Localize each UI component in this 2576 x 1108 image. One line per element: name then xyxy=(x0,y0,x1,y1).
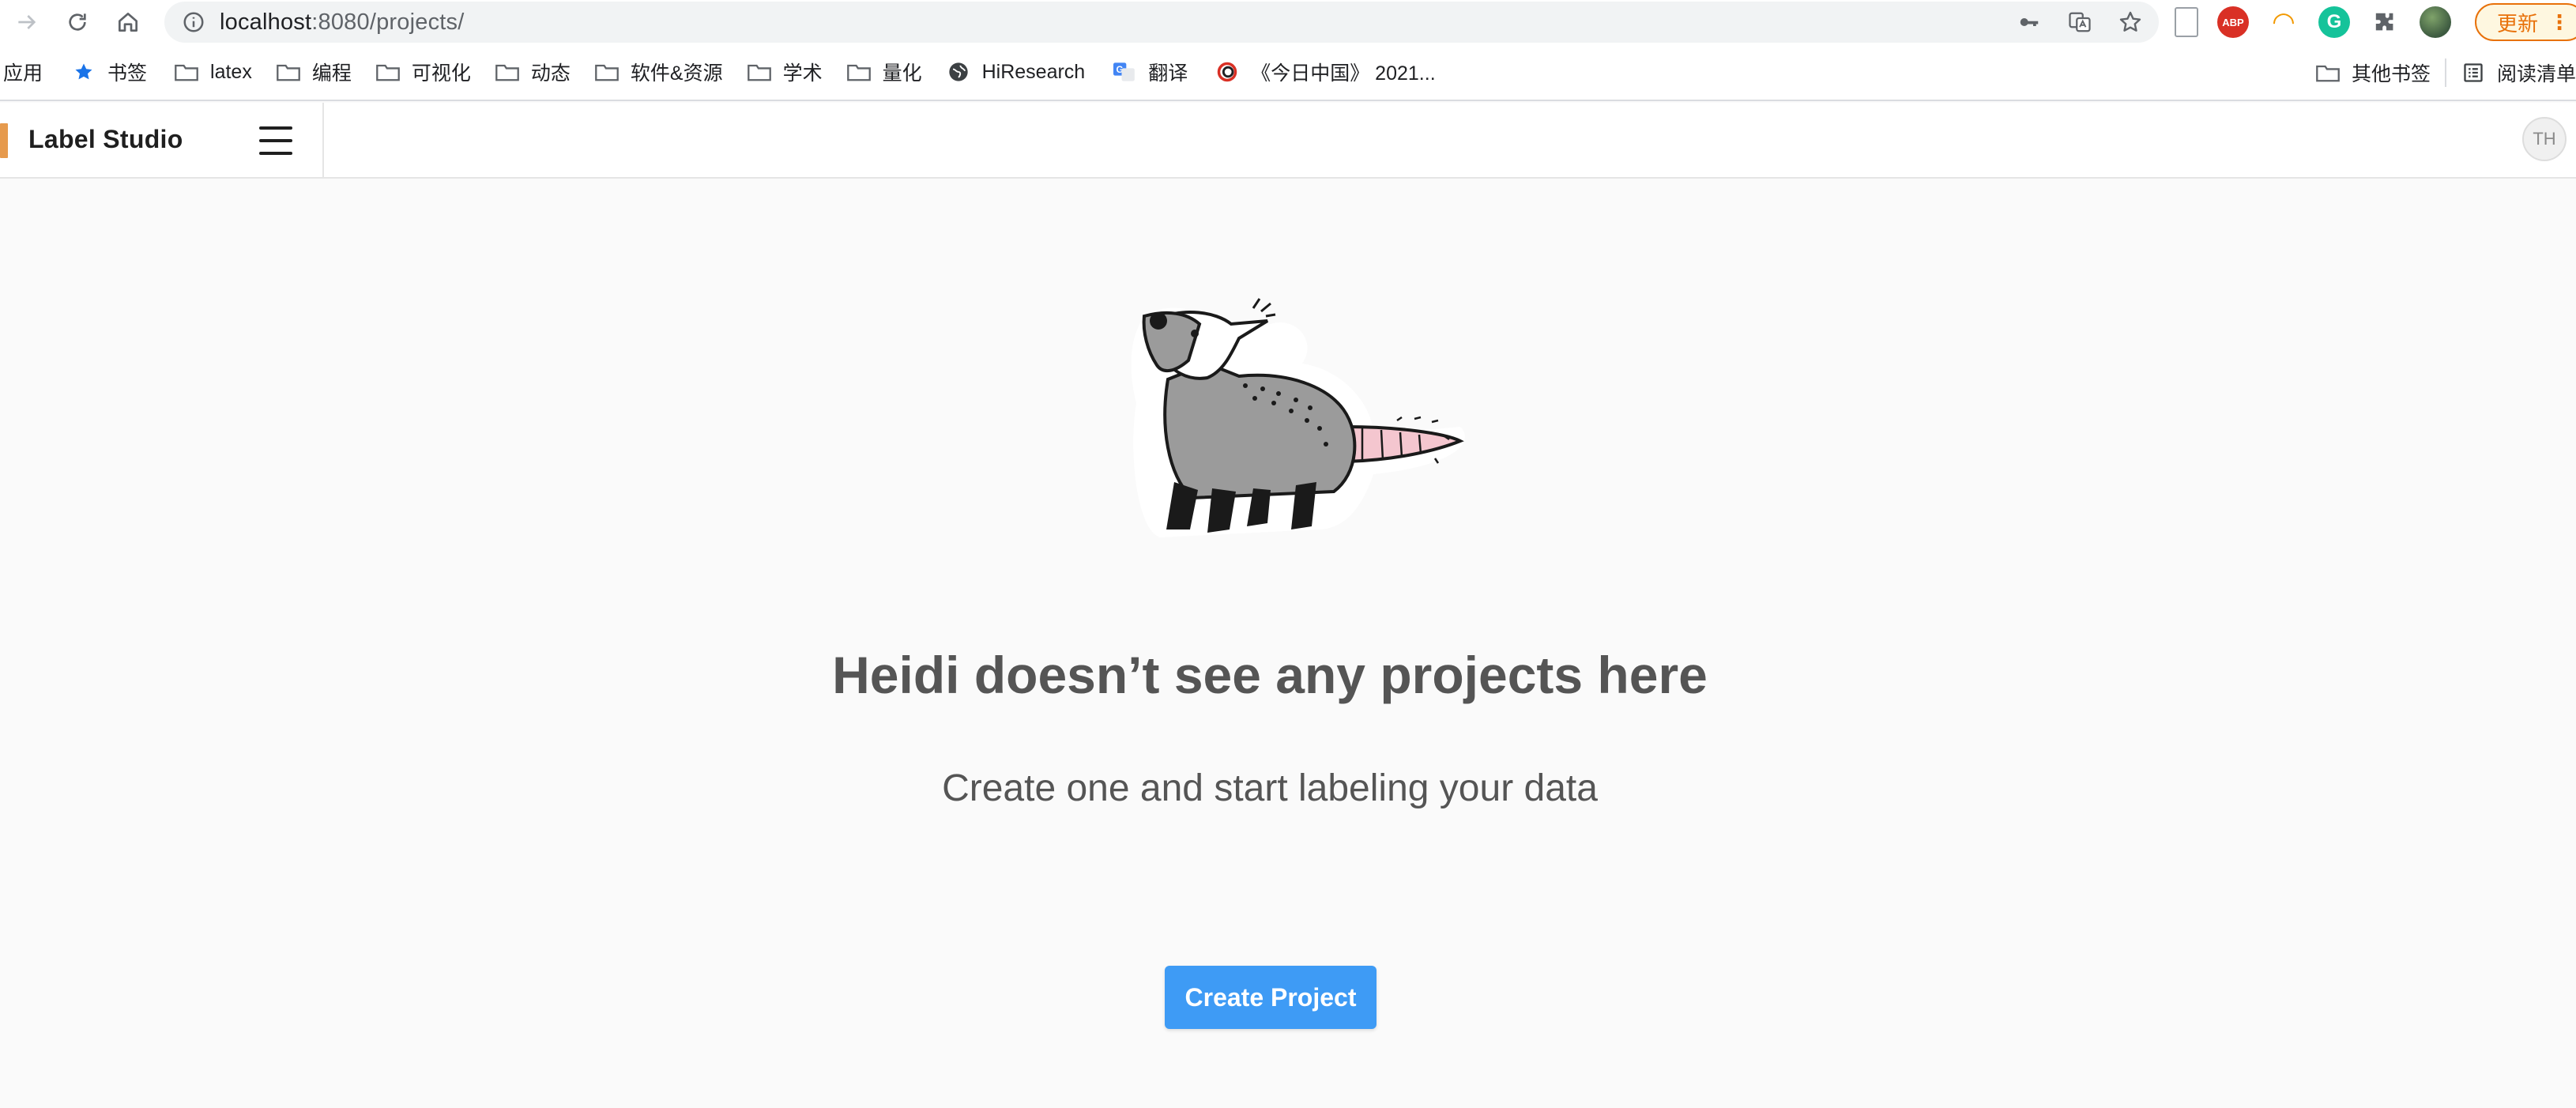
star-icon xyxy=(75,63,92,80)
bookmark-apps[interactable]: 应用 xyxy=(3,43,43,100)
app-name[interactable]: Label Studio xyxy=(28,125,183,154)
extensions-puzzle-icon[interactable] xyxy=(2369,6,2401,38)
user-avatar[interactable]: TH xyxy=(2522,117,2567,161)
folder-icon xyxy=(376,64,400,81)
document-extension-icon[interactable] xyxy=(2175,7,2198,37)
translate-icon: G xyxy=(1113,62,1135,81)
bookmark-divider xyxy=(2444,58,2446,87)
bookmark-folder-latex[interactable]: latex xyxy=(174,43,252,100)
bookmark-label: 书签 xyxy=(107,62,148,85)
bookmark-star-icon[interactable] xyxy=(2116,8,2145,36)
bookmark-label: latex xyxy=(210,60,252,83)
bookmark-label: 应用 xyxy=(3,62,43,85)
bookmark-label: 动态 xyxy=(530,62,571,85)
bookmark-label: 阅读清单 xyxy=(2496,63,2576,85)
bookmark-folder-dynamics[interactable]: 动态 xyxy=(495,43,571,100)
projects-empty-state: Heidi doesn’t see any projects here Crea… xyxy=(0,180,2576,1108)
folder-icon xyxy=(2316,65,2340,82)
url-text[interactable]: localhost:8080/projects/ xyxy=(220,9,465,36)
bookmark-folder-quant[interactable]: 量化 xyxy=(846,43,922,100)
globe-icon xyxy=(948,62,968,81)
folder-icon xyxy=(747,64,771,81)
adblock-plus-icon[interactable]: ABP xyxy=(2217,6,2249,38)
folder-icon xyxy=(846,64,871,81)
bookmark-label: 软件&资源 xyxy=(630,62,723,85)
china-today-icon xyxy=(1217,62,1237,82)
rss-extension-icon[interactable]: ◠ xyxy=(2268,6,2299,38)
more-menu-icon[interactable]: ⋮ xyxy=(2549,10,2570,35)
reload-button[interactable] xyxy=(58,3,96,41)
reading-list-icon xyxy=(2464,63,2483,82)
home-icon xyxy=(119,12,137,32)
empty-state-subtitle: Create one and start labeling your data xyxy=(942,767,1598,809)
bookmarks-bar: 应用 书签 latex 编程 可视化 动态 软件&资源 学术 量化 HiRese… xyxy=(0,44,2576,101)
label-studio-logo-icon xyxy=(0,123,8,158)
url-path: :8080/projects/ xyxy=(311,9,465,35)
bookmark-other-folder[interactable]: 其他书签 xyxy=(2315,44,2431,101)
header-divider xyxy=(322,103,324,179)
app-header: Label Studio TH xyxy=(0,103,2576,179)
bookmark-china-today[interactable]: 《今日中国》 2021... xyxy=(1215,43,1436,100)
info-icon[interactable] xyxy=(182,10,205,34)
folder-icon xyxy=(175,64,198,81)
create-project-button[interactable]: Create Project xyxy=(1165,966,1377,1029)
bookmark-label: HiResearch xyxy=(981,60,1086,83)
bookmark-folder-visualization[interactable]: 可视化 xyxy=(375,43,471,100)
bookmark-label: 翻译 xyxy=(1148,62,1188,85)
opossum-illustration-icon xyxy=(1131,298,1465,537)
bookmark-label: 学术 xyxy=(782,62,823,85)
folder-icon xyxy=(595,64,619,81)
browser-toolbar: localhost:8080/projects/ ABP ◠ G 更新 ⋮ xyxy=(0,0,2576,44)
key-icon[interactable] xyxy=(2015,8,2043,36)
bookmark-label: 《今日中国》 2021... xyxy=(1251,62,1436,85)
empty-state-title: Heidi doesn’t see any projects here xyxy=(832,646,1708,704)
bookmark-hiresearch[interactable]: HiResearch xyxy=(946,43,1086,100)
bookmark-label: 量化 xyxy=(882,62,922,85)
forward-button[interactable] xyxy=(8,3,46,41)
translate-icon[interactable] xyxy=(2066,8,2094,36)
bookmark-label: 其他书签 xyxy=(2351,63,2431,85)
folder-icon xyxy=(495,64,519,81)
bookmark-label: 可视化 xyxy=(411,62,471,85)
bookmark-bookmarks[interactable]: 书签 xyxy=(71,43,147,100)
reading-list[interactable]: 阅读清单 xyxy=(2461,44,2576,101)
profile-avatar-icon[interactable] xyxy=(2420,6,2451,38)
grammarly-icon[interactable]: G xyxy=(2318,6,2350,38)
address-bar[interactable]: localhost:8080/projects/ xyxy=(164,2,2159,43)
reload-icon xyxy=(69,13,86,31)
url-host: localhost xyxy=(220,9,312,35)
bookmark-folder-software[interactable]: 软件&资源 xyxy=(594,43,723,100)
bookmark-folder-academic[interactable]: 学术 xyxy=(747,43,823,100)
bookmark-translate[interactable]: G 翻译 xyxy=(1112,43,1188,100)
update-button[interactable]: 更新 ⋮ xyxy=(2475,3,2576,41)
menu-hamburger-icon[interactable] xyxy=(259,126,292,155)
arrow-right-icon xyxy=(18,15,36,29)
update-label: 更新 xyxy=(2497,11,2539,36)
home-button[interactable] xyxy=(109,3,147,41)
folder-icon xyxy=(276,64,300,81)
bookmark-folder-programming[interactable]: 编程 xyxy=(276,43,352,100)
bookmark-label: 编程 xyxy=(311,62,352,85)
